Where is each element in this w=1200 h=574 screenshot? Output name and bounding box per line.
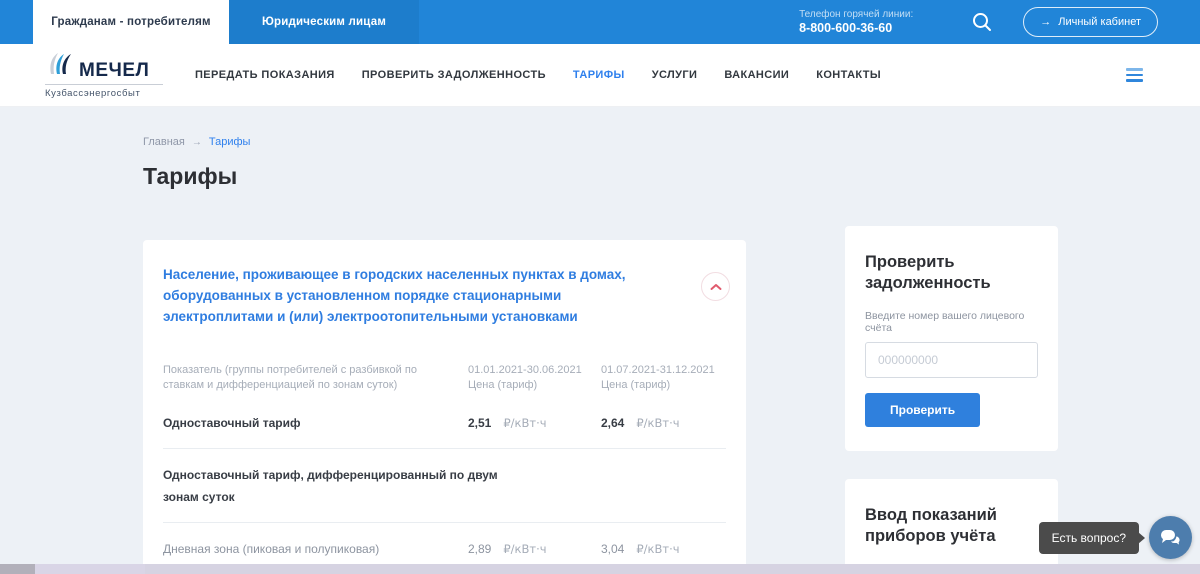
tariff-card-heading[interactable]: Население, проживающее в городских насел… [163, 265, 668, 328]
section-label: Одноставочный тариф, дифференцированный … [163, 464, 498, 508]
row-label: Одноставочный тариф [163, 412, 468, 434]
hamburger-menu-icon[interactable] [1126, 68, 1143, 82]
logo-subtitle: Кузбассэнергосбыт [45, 85, 163, 99]
col-header-indicator: Показатель (группы потребителей с разбив… [163, 363, 468, 393]
page-content: Главная → Тарифы Тарифы Население, прожи… [0, 107, 1200, 564]
sidebar: Проверить задолженность Введите номер ва… [845, 226, 1058, 564]
row-value-period1: 2,51₽/кВт·ч [468, 412, 601, 434]
chat-bubbles-icon [1160, 529, 1181, 547]
account-number-input[interactable] [865, 342, 1038, 378]
logo[interactable]: МЕЧЕЛ Кузбассэнергосбыт [45, 52, 163, 99]
nav-tariffs[interactable]: ТАРИФЫ [573, 69, 625, 81]
table-section-row: Одноставочный тариф, дифференцированный … [163, 449, 726, 523]
nav-check-debt[interactable]: ПРОВЕРИТЬ ЗАДОЛЖЕННОСТЬ [362, 69, 546, 81]
cabinet-label: Личный кабинет [1058, 16, 1141, 28]
scrollbar-track [145, 564, 1200, 574]
table-header-row: Показатель (группы потребителей с разбив… [163, 348, 726, 397]
breadcrumb-arrow-icon: → [192, 137, 202, 148]
breadcrumb-home[interactable]: Главная [143, 136, 185, 148]
nav-submit-readings[interactable]: ПЕРЕДАТЬ ПОКАЗАНИЯ [195, 69, 335, 81]
col-header-period2: 01.07.2021-31.12.2021 Цена (тариф) [601, 363, 726, 393]
tab-citizens[interactable]: Гражданам - потребителям [33, 0, 229, 44]
chat-widget: Есть вопрос? [1039, 516, 1192, 559]
hotline-label: Телефон горячей линии: [799, 8, 913, 21]
row-value-period2: 2,64₽/кВт·ч [601, 412, 726, 434]
scrollbar-thumb[interactable] [0, 564, 35, 574]
personal-cabinet-button[interactable]: → Личный кабинет [1023, 7, 1158, 37]
main-nav: ПЕРЕДАТЬ ПОКАЗАНИЯ ПРОВЕРИТЬ ЗАДОЛЖЕННОС… [195, 69, 881, 81]
hotline-phone: Телефон горячей линии: 8-800-600-36-60 [799, 0, 913, 44]
logo-brand-text: МЕЧЕЛ [79, 61, 149, 81]
meter-readings-panel: Ввод показаний приборов учёта Лицевой сч… [845, 479, 1058, 564]
tariff-table: Показатель (группы потребителей с разбив… [163, 348, 726, 564]
breadcrumb: Главная → Тарифы [143, 136, 1200, 148]
col-header-period1: 01.01.2021-30.06.2021 Цена (тариф) [468, 363, 601, 393]
row-value-period2: 3,04₽/кВт·ч [601, 538, 726, 560]
tab-legal-entities[interactable]: Юридическим лицам [229, 0, 419, 44]
chat-button[interactable] [1149, 516, 1192, 559]
logo-top: МЕЧЕЛ [45, 52, 163, 85]
breadcrumb-current[interactable]: Тарифы [209, 136, 251, 148]
row-label: Дневная зона (пиковая и полупиковая) [163, 538, 468, 560]
scrollbar-track [35, 564, 145, 574]
nav-vacancies[interactable]: ВАКАНСИИ [724, 69, 789, 81]
chat-tooltip: Есть вопрос? [1039, 522, 1139, 554]
hotline-number[interactable]: 8-800-600-36-60 [799, 21, 913, 36]
collapse-button[interactable] [701, 272, 730, 301]
check-debt-title: Проверить задолженность [865, 252, 1038, 295]
check-debt-button[interactable]: Проверить [865, 393, 980, 427]
table-row: Дневная зона (пиковая и полупиковая) 2,8… [163, 523, 726, 564]
meter-readings-title: Ввод показаний приборов учёта [865, 505, 1038, 548]
flame-icon [45, 52, 75, 81]
nav-contacts[interactable]: КОНТАКТЫ [816, 69, 881, 81]
tariff-card: Население, проживающее в городских насел… [143, 240, 746, 564]
account-number-label: Введите номер вашего лицевого счёта [865, 310, 1038, 334]
page-title: Тарифы [143, 163, 1200, 190]
row-value-period1: 2,89₽/кВт·ч [468, 538, 601, 560]
check-debt-panel: Проверить задолженность Введите номер ва… [845, 226, 1058, 451]
site-header: МЕЧЕЛ Кузбассэнергосбыт ПЕРЕДАТЬ ПОКАЗАН… [0, 44, 1200, 107]
topbar-spacer [419, 0, 799, 44]
search-icon[interactable] [971, 11, 993, 33]
horizontal-scrollbar[interactable] [0, 564, 1200, 574]
table-row: Одноставочный тариф 2,51₽/кВт·ч 2,64₽/кВ… [163, 397, 726, 449]
nav-services[interactable]: УСЛУГИ [652, 69, 698, 81]
arrow-right-icon: → [1040, 16, 1051, 28]
chevron-up-icon [710, 283, 722, 291]
top-bar: Гражданам - потребителям Юридическим лиц… [0, 0, 1200, 44]
